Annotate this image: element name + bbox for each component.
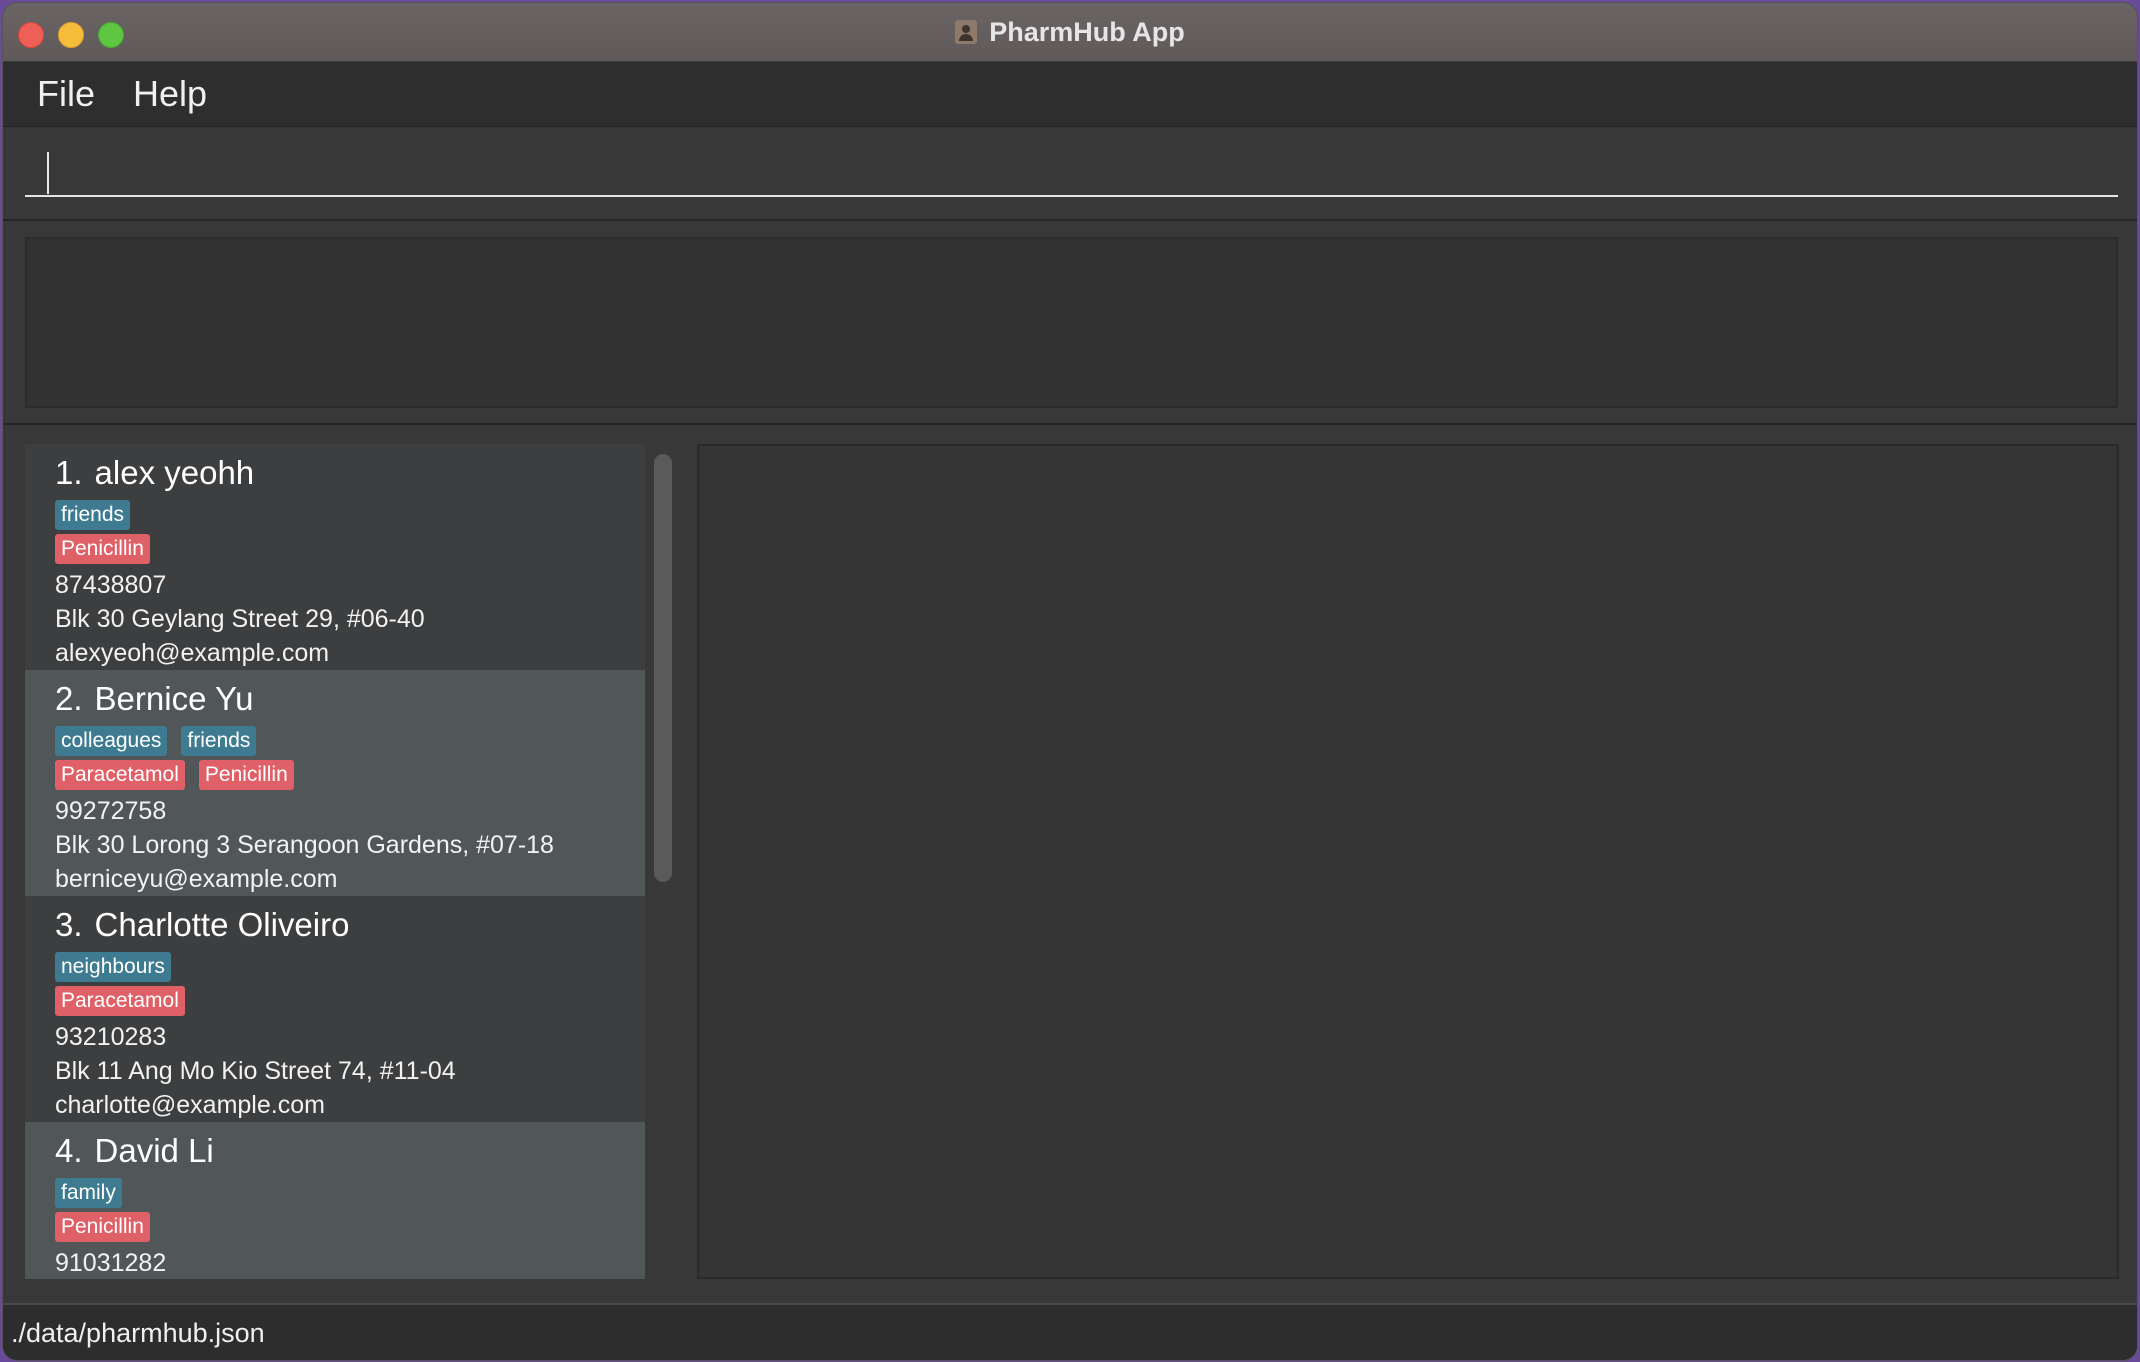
person-email: berniceyu@example.com <box>55 865 338 893</box>
person-address: Blk 30 Lorong 3 Serangoon Gardens, #07-1… <box>55 831 554 859</box>
person-index: 2. <box>55 680 83 717</box>
allergy-badge: Paracetamol <box>55 760 185 790</box>
allergy-badge: Penicillin <box>55 1212 150 1242</box>
person-email: alexyeoh@example.com <box>55 639 330 667</box>
person-tags: neighbours <box>55 952 645 982</box>
person-allergies: Paracetamol Penicillin <box>55 760 645 790</box>
person-name-row: 4. David Li <box>55 1132 645 1170</box>
person-name: David Li <box>94 1132 214 1169</box>
person-list[interactable]: 1. alex yeohh friends Penicillin 87438807 Blk… <box>25 444 645 1279</box>
person-index: 3. <box>55 906 83 943</box>
person-index: 1. <box>55 454 83 491</box>
person-allergies: Penicillin <box>55 534 645 564</box>
app-window: PharmHub App File Help 1. alex yeohh frien… <box>3 3 2137 1360</box>
menu-file[interactable]: File <box>37 73 95 115</box>
title-bar: PharmHub App <box>3 3 2137 62</box>
detail-panel <box>697 444 2119 1279</box>
menu-bar: File Help <box>3 62 2137 127</box>
allergy-badge: Penicillin <box>55 534 150 564</box>
person-tags: friends <box>55 500 645 530</box>
person-name-row: 3. Charlotte Oliveiro <box>55 906 645 944</box>
person-email: charlotte@example.com <box>55 1091 325 1119</box>
text-caret <box>47 152 49 194</box>
main-content: 1. alex yeohh friends Penicillin 87438807 Blk… <box>3 425 2137 1303</box>
person-card[interactable]: 2. Bernice Yu colleagues friends Paracetamol… <box>25 670 645 896</box>
person-index: 4. <box>55 1132 83 1169</box>
person-allergies: Paracetamol <box>55 986 645 1016</box>
allergy-badge: Paracetamol <box>55 986 185 1016</box>
person-address: Blk 11 Ang Mo Kio Street 74, #11-04 <box>55 1057 456 1085</box>
person-allergies: Penicillin <box>55 1212 645 1242</box>
command-box-area <box>3 127 2137 221</box>
person-tags: colleagues friends <box>55 726 645 756</box>
window-title: PharmHub App <box>989 16 1185 47</box>
tag-badge: colleagues <box>55 726 168 756</box>
status-bar: ./data/pharmhub.json <box>3 1303 2137 1360</box>
allergy-badge: Penicillin <box>198 760 294 790</box>
person-name-row: 2. Bernice Yu <box>55 680 645 718</box>
person-phone: 91031282 <box>55 1249 167 1277</box>
list-scrollbar[interactable] <box>654 454 672 882</box>
person-card[interactable]: 3. Charlotte Oliveiro neighbours Paracetamo… <box>25 896 645 1122</box>
title-wrap: PharmHub App <box>3 3 2137 61</box>
person-name-row: 1. alex yeohh <box>55 454 645 492</box>
person-phone: 87438807 <box>55 571 167 599</box>
person-phone: 93210283 <box>55 1023 167 1051</box>
person-card[interactable]: 1. alex yeohh friends Penicillin 87438807 Blk… <box>25 444 645 670</box>
result-display <box>25 237 2118 408</box>
app-icon <box>955 20 978 44</box>
person-name: alex yeohh <box>94 454 255 491</box>
person-card[interactable]: 4.David LifamilyPenicillin91031282Blk 43… <box>25 1122 645 1279</box>
person-name: Bernice Yu <box>94 680 254 717</box>
tag-badge: friends <box>181 726 257 756</box>
command-input[interactable] <box>25 143 2118 197</box>
tag-badge: family <box>55 1178 122 1208</box>
person-tags: family <box>55 1178 645 1208</box>
tag-badge: neighbours <box>55 952 171 982</box>
result-display-area <box>3 221 2137 425</box>
person-name: Charlotte Oliveiro <box>94 906 350 943</box>
person-address: Blk 30 Geylang Street 29, #06-40 <box>55 605 425 633</box>
save-location-path: ./data/pharmhub.json <box>11 1318 265 1348</box>
menu-help[interactable]: Help <box>133 73 207 115</box>
person-phone: 99272758 <box>55 797 167 825</box>
tag-badge: friends <box>55 500 131 530</box>
